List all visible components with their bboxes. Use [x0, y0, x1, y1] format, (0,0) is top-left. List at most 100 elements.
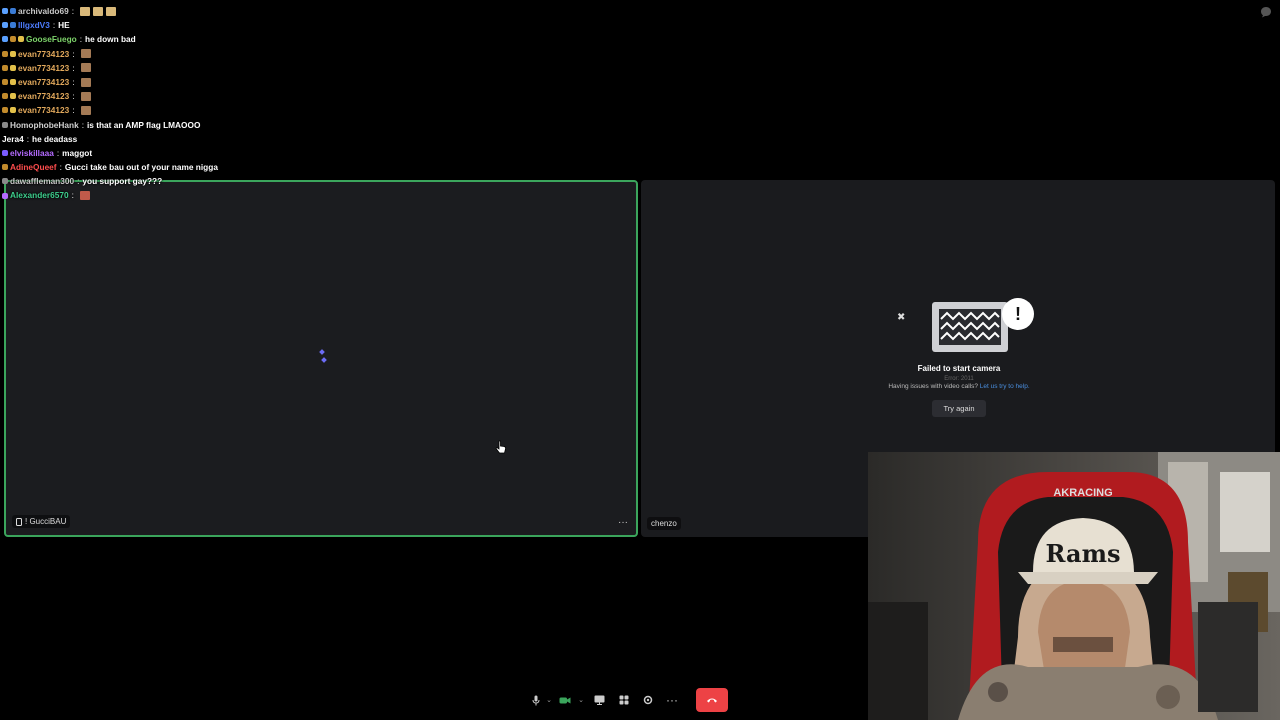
chat-username[interactable]: Alexander6570 — [10, 188, 69, 202]
chat-text: he down bad — [85, 34, 136, 45]
chat-badge-icon — [2, 149, 8, 156]
chair-brand: AKRACING — [1053, 487, 1112, 499]
camera-error-panel: ✖ ! Failed to start camera Error: 2011 H… — [879, 292, 1039, 417]
chat-emote-icon — [80, 63, 91, 73]
broken-camera-illustration: ✖ ! — [897, 292, 1034, 356]
mic-options-chevron-icon[interactable]: ⌄ — [544, 689, 554, 711]
screen-share-button[interactable] — [586, 689, 612, 711]
streaming-icon — [16, 517, 22, 526]
chat-emote-icon — [80, 49, 91, 59]
chat-badge-icon — [10, 79, 16, 86]
chat-badge-icon — [2, 178, 8, 185]
chat-username[interactable]: evan7734123 — [18, 47, 69, 61]
chat-badge-icon — [18, 36, 24, 43]
chat-username[interactable]: elviskillaaa — [10, 146, 54, 160]
error-title: Failed to start camera — [917, 364, 1001, 373]
chat-emote-icon — [93, 6, 104, 16]
chat-username[interactable]: dawaffleman300 — [10, 174, 74, 188]
participant-name-tag: chenzo — [647, 517, 681, 530]
chat-username[interactable]: archivaldo69 — [18, 4, 69, 18]
microphone-icon — [532, 695, 540, 705]
chat-bubble-icon[interactable] — [1260, 5, 1272, 18]
chat-separator: : — [72, 91, 75, 102]
chat-username[interactable]: evan7734123 — [18, 75, 69, 89]
chat-message: AdineQueef: Gucci take bau out of your na… — [2, 160, 302, 174]
chat-username[interactable]: GooseFuego — [26, 32, 77, 46]
chat-badge-icon — [10, 36, 16, 43]
chat-badge-icon — [2, 192, 8, 199]
chat-badge-icon — [10, 93, 16, 100]
grid-icon — [619, 695, 629, 705]
participant-name: chenzo — [651, 519, 677, 528]
chat-badge-icon — [10, 22, 16, 29]
chat-message: evan7734123: — [2, 75, 302, 89]
chat-badge-icon — [2, 107, 8, 114]
chat-emote-icon — [80, 6, 91, 16]
chat-emote-icon — [80, 105, 91, 115]
chat-separator: : — [79, 34, 83, 45]
chat-badge-icon — [10, 8, 16, 15]
chat-separator: : — [77, 176, 80, 187]
chat-username[interactable]: evan7734123 — [18, 89, 69, 103]
error-help-text: Having issues with video calls? — [888, 383, 978, 390]
chat-badge-icon — [2, 121, 8, 128]
activities-button[interactable] — [612, 689, 636, 711]
chat-message: evan7734123: — [2, 89, 302, 103]
error-code: Error: 2011 — [944, 376, 974, 382]
chat-message: HomophobeHank: is that an AMP flag LMAOOO — [2, 118, 302, 132]
chat-username[interactable]: lllgxdV3 — [18, 18, 50, 32]
chat-badge-icon — [2, 36, 8, 43]
hand-cursor-icon — [495, 440, 506, 454]
chat-message: dawaffleman300: you support gay??? — [2, 174, 302, 188]
help-link[interactable]: Let us try to help. — [980, 383, 1030, 390]
chat-badge-icon — [2, 22, 8, 29]
camera-options-chevron-icon[interactable]: ⌄ — [576, 689, 586, 711]
chat-separator: : — [26, 133, 29, 144]
soundboard-button[interactable] — [636, 689, 660, 711]
chat-username[interactable]: AdineQueef — [10, 160, 57, 174]
chat-username[interactable]: Jera4 — [2, 132, 24, 146]
chat-emote-icon — [80, 91, 91, 101]
hang-up-icon — [707, 698, 717, 703]
chat-badge-icon — [2, 8, 8, 15]
alert-icon: ! — [1002, 298, 1034, 330]
mute-button[interactable] — [528, 689, 544, 711]
chat-message: archivaldo69: — [2, 4, 302, 18]
chat-separator: : — [59, 162, 62, 173]
video-camera-icon — [559, 697, 571, 703]
chat-text: HE — [58, 20, 70, 31]
camera-button[interactable] — [554, 689, 576, 711]
chat-text: you support gay??? — [82, 176, 163, 187]
chat-badge-icon — [10, 64, 16, 71]
loading-spinner-icon — [318, 349, 327, 364]
call-controls: ⌄ ⌄ ··· — [528, 687, 743, 713]
participant-name-tag: ! GucciBAU — [12, 515, 71, 528]
chat-badge-icon — [10, 50, 16, 57]
chat-text: is that an AMP flag LMAOOO — [87, 119, 201, 130]
error-help: Having issues with video calls? Let us t… — [879, 383, 1039, 390]
chat-username[interactable]: evan7734123 — [18, 61, 69, 75]
chat-text: Gucci take bau out of your name nigga — [64, 162, 218, 173]
disconnect-button[interactable] — [696, 688, 728, 712]
chat-separator: : — [71, 6, 75, 16]
chat-username[interactable]: HomophobeHank — [10, 118, 79, 132]
chat-separator: : — [56, 147, 60, 158]
chat-separator: : — [72, 105, 75, 116]
chat-badge-icon — [2, 64, 8, 71]
chat-overlay: archivaldo69: lllgxdV3: HE GooseFuego: he do… — [2, 4, 302, 203]
chat-message: evan7734123: — [2, 103, 302, 117]
chat-badge-icon — [2, 93, 8, 100]
more-button[interactable]: ··· — [660, 689, 684, 711]
streamer-webcam: AKRACING Rams — [868, 452, 1280, 720]
try-again-button[interactable]: Try again — [932, 400, 986, 417]
chat-emote-icon — [106, 6, 117, 16]
chat-emote-icon — [79, 191, 90, 201]
chat-separator: : — [72, 76, 75, 87]
more-options-icon[interactable]: ··· — [618, 518, 628, 528]
chat-separator: : — [81, 119, 84, 130]
chat-username[interactable]: evan7734123 — [18, 103, 69, 117]
video-tile-guccibau[interactable]: ! GucciBAU ··· — [4, 180, 638, 537]
chat-message: Alexander6570: — [2, 188, 302, 202]
chat-text: maggot — [62, 147, 93, 158]
cap-text: Rams — [1046, 539, 1121, 568]
